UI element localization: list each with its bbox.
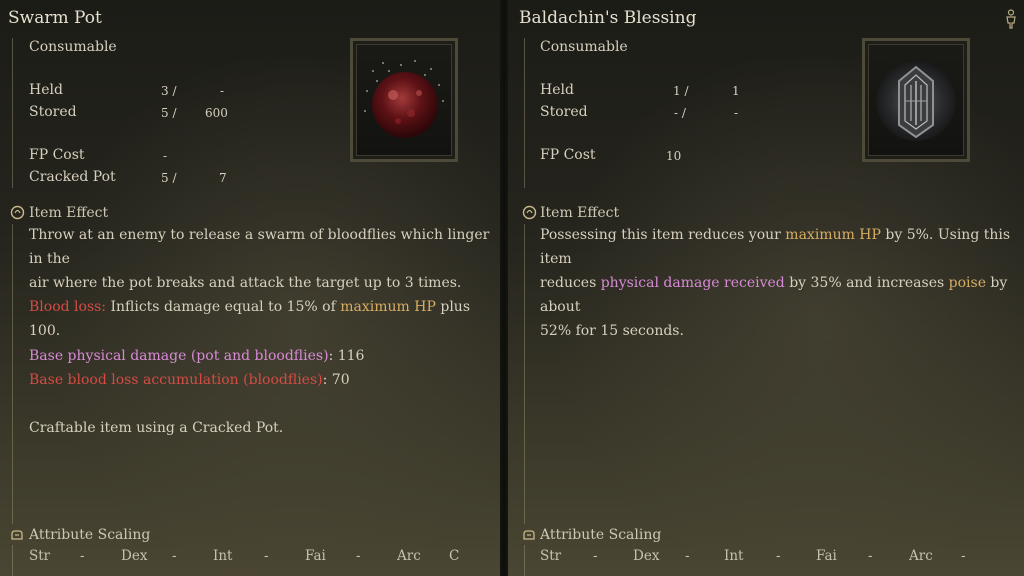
item-effect-icon — [522, 205, 537, 220]
stored-current: - / — [674, 106, 686, 120]
blood-loss-line: Blood loss: Inflicts damage equal to 15%… — [29, 295, 494, 343]
item-type: Consumable — [29, 39, 117, 55]
cracked-pot-current: 5 / — [161, 171, 177, 185]
divider-line — [524, 38, 525, 188]
attribute-scaling-heading: Attribute Scaling — [540, 527, 662, 543]
attribute-scaling-heading: Attribute Scaling — [29, 527, 151, 543]
cracked-pot-label: Cracked Pot — [29, 169, 116, 185]
craft-text: Craftable item using a Cracked Pot. — [29, 420, 284, 436]
physical-damage-highlight: physical damage received — [600, 275, 785, 291]
scaling-attr: Int — [213, 548, 233, 564]
divider-line — [524, 545, 525, 576]
scaling-attr: Int — [724, 548, 744, 564]
scaling-value: - — [80, 548, 85, 564]
scaling-attr: Fai — [305, 548, 326, 564]
base-physical-line: Base physical damage (pot and bloodflies… — [29, 344, 494, 368]
scaling-value: C — [449, 548, 460, 564]
scaling-value: - — [685, 548, 690, 564]
divider-line — [12, 38, 13, 188]
scaling-attr: Arc — [397, 548, 421, 564]
scaling-attr: Arc — [909, 548, 933, 564]
stored-label: Stored — [540, 104, 588, 120]
fp-cost-value: - — [163, 149, 168, 163]
item-image-frame — [350, 38, 458, 162]
divider-line — [524, 224, 525, 524]
poise-highlight: poise — [948, 275, 986, 291]
scaling-value: - — [776, 548, 781, 564]
fp-cost-label: FP Cost — [540, 147, 596, 163]
stored-label: Stored — [29, 104, 77, 120]
base-blood-value: : 70 — [322, 372, 350, 388]
effect-line: 52% for 15 seconds. — [540, 323, 684, 339]
scaling-value: - — [868, 548, 873, 564]
effect-description: Throw at an enemy to release a swarm of … — [29, 223, 494, 295]
character-icon[interactable] — [508, 9, 510, 29]
item-effect-icon — [10, 205, 25, 220]
fp-cost-label: FP Cost — [29, 147, 85, 163]
stored-current: 5 / — [161, 106, 177, 120]
maximum-hp-highlight: maximum HP — [340, 299, 436, 315]
held-current: 3 / — [161, 84, 177, 98]
attribute-scaling-icon — [11, 530, 23, 540]
held-label: Held — [540, 82, 574, 98]
stored-max: - — [734, 106, 739, 120]
base-physical-label: Base physical damage (pot and bloodflies… — [29, 348, 329, 364]
maximum-hp-highlight: maximum HP — [785, 227, 881, 243]
effect-line: reduces physical damage received by 35% … — [540, 275, 1008, 315]
fp-cost-value: 10 — [666, 149, 682, 163]
scaling-attr: Dex — [121, 548, 148, 564]
item-panel-swarm-pot: Swarm Pot Consumable Held 3 / - Stored 5… — [0, 0, 500, 576]
scaling-attr: Dex — [633, 548, 660, 564]
swarm-pot-image — [364, 60, 444, 138]
item-effect-heading: Item Effect — [29, 205, 109, 221]
base-blood-line: Base blood loss accumulation (bloodflies… — [29, 368, 494, 392]
held-current: 1 / — [673, 84, 689, 98]
blood-loss-text: Inflicts damage equal to 15% of — [106, 299, 341, 315]
item-image-frame — [862, 38, 970, 162]
scaling-value: - — [172, 548, 177, 564]
baldachins-blessing-image — [876, 61, 956, 141]
scaling-attr: Fai — [816, 548, 837, 564]
item-panel-baldachins-blessing: Baldachin's Blessing Consumable Held 1 /… — [508, 0, 1024, 576]
effect-line: air where the pot breaks and attack the … — [29, 275, 462, 291]
item-title: Swarm Pot — [8, 8, 102, 28]
scaling-value: - — [593, 548, 598, 564]
character-icon[interactable] — [1004, 9, 1018, 29]
blood-loss-label: Blood loss: — [29, 299, 107, 315]
effect-line: Throw at an enemy to release a swarm of … — [29, 227, 490, 267]
cracked-pot-max: 7 — [219, 171, 227, 185]
divider-line — [12, 224, 13, 524]
base-blood-label: Base blood loss accumulation (bloodflies… — [29, 372, 323, 388]
effect-description: Possessing this item reduces your maximu… — [540, 223, 1015, 343]
scaling-value: - — [356, 548, 361, 564]
held-label: Held — [29, 82, 63, 98]
stored-max: 600 — [205, 106, 228, 120]
panel-divider — [500, 0, 508, 576]
attribute-scaling-icon — [523, 530, 535, 540]
scaling-attr: Str — [29, 548, 51, 564]
scaling-value: - — [961, 548, 966, 564]
divider-line — [12, 545, 13, 576]
held-max: 1 — [732, 84, 740, 98]
held-max: - — [220, 84, 225, 98]
scaling-attr: Str — [540, 548, 562, 564]
item-effect-heading: Item Effect — [540, 205, 620, 221]
effect-line: Possessing this item reduces your maximu… — [540, 227, 1011, 267]
item-title: Baldachin's Blessing — [519, 8, 697, 28]
scaling-value: - — [264, 548, 269, 564]
item-type: Consumable — [540, 39, 628, 55]
base-physical-value: : 116 — [328, 348, 365, 364]
